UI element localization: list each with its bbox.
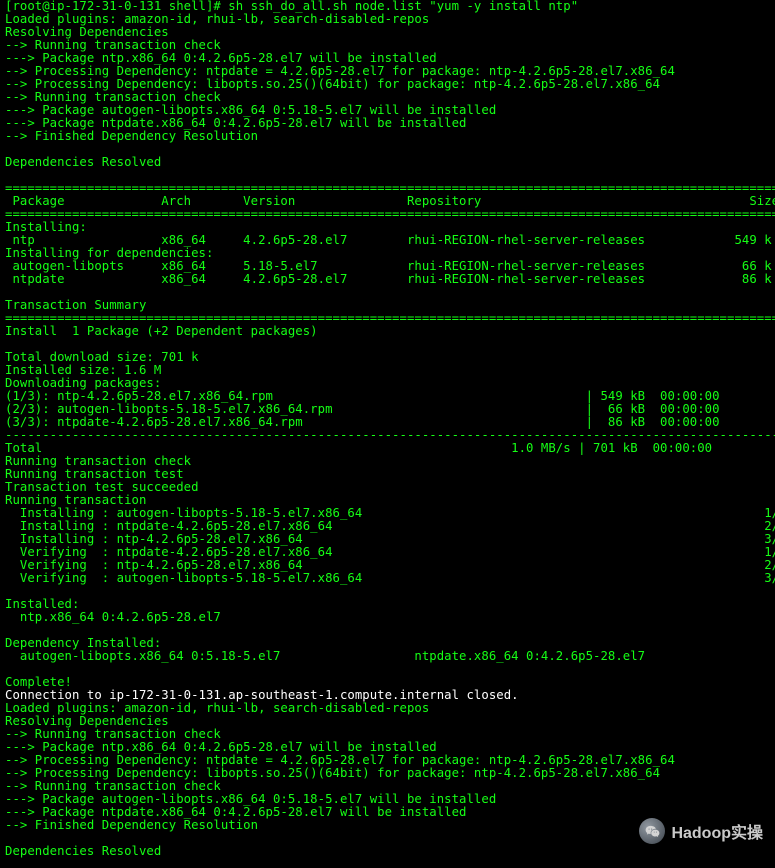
terminal-line: (2/3): autogen-libopts-5.18-5.el7.x86_64…	[5, 402, 720, 416]
terminal-line: Verifying : ntp-4.2.6p5-28.el7.x86_64 2/…	[5, 558, 775, 572]
terminal-line: Verifying : ntpdate-4.2.6p5-28.el7.x86_6…	[5, 545, 775, 559]
terminal-line: Verifying : autogen-libopts-5.18-5.el7.x…	[5, 571, 775, 585]
terminal-line: --> Processing Dependency: libopts.so.25…	[5, 77, 660, 91]
terminal-line: ---> Package autogen-libopts.x86_64 0:5.…	[5, 792, 496, 806]
terminal-line: --> Processing Dependency: ntpdate = 4.2…	[5, 753, 675, 767]
terminal-line: --> Running transaction check	[5, 38, 221, 52]
terminal-line: --> Finished Dependency Resolution	[5, 818, 258, 832]
terminal-line: Connection to ip-172-31-0-131.ap-southea…	[5, 688, 519, 702]
terminal-line: (3/3): ntpdate-4.2.6p5-28.el7.x86_64.rpm…	[5, 415, 720, 429]
terminal-line: ---> Package ntp.x86_64 0:4.2.6p5-28.el7…	[5, 51, 437, 65]
terminal-line: --> Finished Dependency Resolution	[5, 129, 258, 143]
terminal-line: Downloading packages:	[5, 376, 161, 390]
terminal-line: (1/3): ntp-4.2.6p5-28.el7.x86_64.rpm | 5…	[5, 389, 720, 403]
terminal-line: ntp x86_64 4.2.6p5-28.el7 rhui-REGION-rh…	[5, 233, 772, 247]
terminal-line: Installing for dependencies:	[5, 246, 213, 260]
terminal-line: ntpdate x86_64 4.2.6p5-28.el7 rhui-REGIO…	[5, 272, 772, 286]
terminal-line: Running transaction test	[5, 467, 184, 481]
terminal-line: Install 1 Package (+2 Dependent packages…	[5, 324, 318, 338]
terminal-line: Installed:	[5, 597, 79, 611]
terminal-line: Running transaction	[5, 493, 146, 507]
terminal-line: Resolving Dependencies	[5, 25, 169, 39]
terminal-line: ntp.x86_64 0:4.2.6p5-28.el7	[5, 610, 221, 624]
terminal-line: ========================================…	[5, 181, 775, 195]
terminal-line: --> Running transaction check	[5, 727, 221, 741]
terminal-line: Total 1.0 MB/s | 701 kB 00:00:00	[5, 441, 712, 455]
terminal-line: Running transaction check	[5, 454, 191, 468]
terminal-line: --> Processing Dependency: ntpdate = 4.2…	[5, 64, 675, 78]
terminal-line: Total download size: 701 k	[5, 350, 199, 364]
terminal-line: Installing : autogen-libopts-5.18-5.el7.…	[5, 506, 775, 520]
terminal-line: Installing:	[5, 220, 87, 234]
terminal-line: Transaction Summary	[5, 298, 146, 312]
terminal-line: Installed size: 1.6 M	[5, 363, 161, 377]
terminal-line: autogen-libopts.x86_64 0:5.18-5.el7 ntpd…	[5, 649, 645, 663]
terminal-line: Installing : ntpdate-4.2.6p5-28.el7.x86_…	[5, 519, 775, 533]
terminal-line: --> Running transaction check	[5, 779, 221, 793]
terminal-line: ========================================…	[5, 207, 775, 221]
terminal-line: autogen-libopts x86_64 5.18-5.el7 rhui-R…	[5, 259, 772, 273]
terminal-line: Complete!	[5, 675, 72, 689]
terminal-line: Dependency Installed:	[5, 636, 161, 650]
terminal-line: Installing : ntp-4.2.6p5-28.el7.x86_64 3…	[5, 532, 775, 546]
terminal-line: ---> Package ntpdate.x86_64 0:4.2.6p5-28…	[5, 805, 467, 819]
terminal-line: Loaded plugins: amazon-id, rhui-lb, sear…	[5, 701, 429, 715]
terminal-line: ----------------------------------------…	[5, 428, 775, 442]
terminal-line: Dependencies Resolved	[5, 844, 161, 858]
terminal-line: ---> Package ntp.x86_64 0:4.2.6p5-28.el7…	[5, 740, 437, 754]
terminal-line: Loaded plugins: amazon-id, rhui-lb, sear…	[5, 12, 429, 26]
terminal-line: ---> Package ntpdate.x86_64 0:4.2.6p5-28…	[5, 116, 467, 130]
terminal-line: Package Arch Version Repository Size	[5, 194, 775, 208]
terminal-line: --> Running transaction check	[5, 90, 221, 104]
terminal-line: Transaction test succeeded	[5, 480, 199, 494]
terminal-line: --> Processing Dependency: libopts.so.25…	[5, 766, 660, 780]
terminal-output: [root@ip-172-31-0-131 shell]# sh ssh_do_…	[0, 0, 775, 858]
terminal-line: ---> Package autogen-libopts.x86_64 0:5.…	[5, 103, 496, 117]
terminal-line: ========================================…	[5, 311, 775, 325]
terminal-line: Resolving Dependencies	[5, 714, 169, 728]
terminal-line: Dependencies Resolved	[5, 155, 161, 169]
